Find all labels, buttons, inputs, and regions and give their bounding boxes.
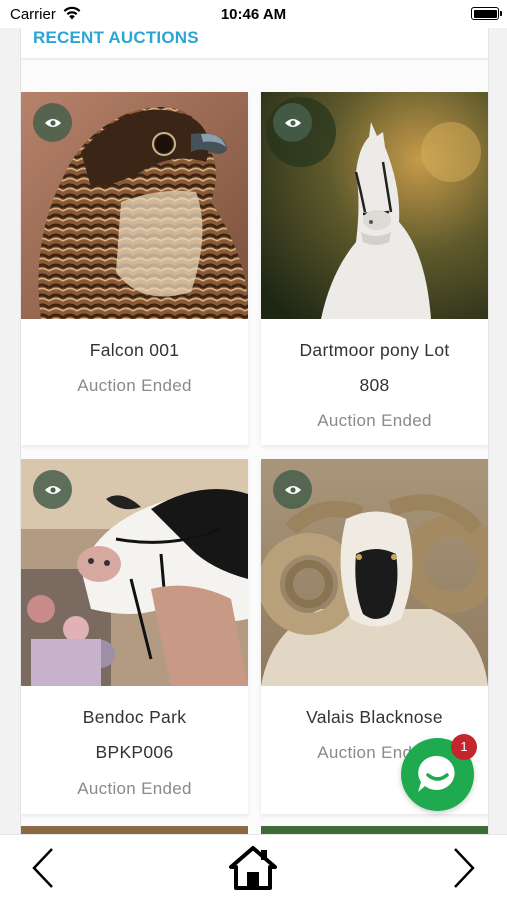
home-button[interactable] bbox=[228, 843, 278, 893]
eye-icon bbox=[284, 485, 301, 494]
auction-title: 808 bbox=[359, 375, 390, 395]
holstein-cow-photo[interactable] bbox=[21, 459, 248, 686]
status-bar: Carrier 10:46 AM bbox=[0, 0, 507, 28]
auction-title: Dartmoor pony Lot bbox=[299, 340, 450, 360]
chevron-left-icon bbox=[32, 848, 53, 888]
next-card-peek bbox=[261, 826, 488, 834]
clock: 10:46 AM bbox=[220, 6, 287, 23]
eye-icon bbox=[44, 118, 61, 127]
eye-icon bbox=[44, 485, 61, 494]
auction-title: Falcon 001 bbox=[89, 340, 180, 360]
next-card-peek bbox=[21, 826, 248, 834]
home-icon bbox=[229, 846, 277, 890]
auction-card[interactable]: Dartmoor pony Lot 808 Auction Ended bbox=[261, 92, 488, 445]
view-button[interactable] bbox=[33, 470, 72, 509]
auction-title: Valais Blacknose bbox=[306, 707, 443, 727]
white-horse-photo[interactable] bbox=[261, 92, 488, 319]
auction-status: Auction Ended bbox=[77, 376, 192, 395]
auction-card[interactable]: Falcon 001 Auction Ended bbox=[21, 92, 248, 445]
section-header: RECENT AUCTIONS bbox=[21, 28, 488, 60]
bottom-nav bbox=[0, 834, 507, 900]
section-title: RECENT AUCTIONS bbox=[33, 28, 199, 47]
chevron-right-icon bbox=[454, 848, 475, 888]
back-button[interactable] bbox=[25, 845, 65, 891]
auction-status: Auction Ended bbox=[317, 411, 432, 430]
battery-icon bbox=[471, 7, 502, 20]
falcon-photo[interactable] bbox=[21, 92, 248, 319]
unread-badge: 1 bbox=[451, 734, 477, 760]
auction-list-page: RECENT AUCTIONS Falcon 001 Auction Ended… bbox=[20, 0, 489, 834]
auction-card[interactable]: Bendoc Park BPKP006 Auction Ended bbox=[21, 459, 248, 814]
forward-button[interactable] bbox=[445, 845, 485, 891]
blacknose-ram-photo[interactable] bbox=[261, 459, 488, 686]
auction-status: Auction Ended bbox=[77, 779, 192, 798]
view-button[interactable] bbox=[273, 103, 312, 142]
auction-title: Bendoc Park bbox=[82, 707, 187, 727]
view-button[interactable] bbox=[33, 103, 72, 142]
view-button[interactable] bbox=[273, 470, 312, 509]
auction-title: BPKP006 bbox=[95, 742, 174, 762]
eye-icon bbox=[284, 118, 301, 127]
